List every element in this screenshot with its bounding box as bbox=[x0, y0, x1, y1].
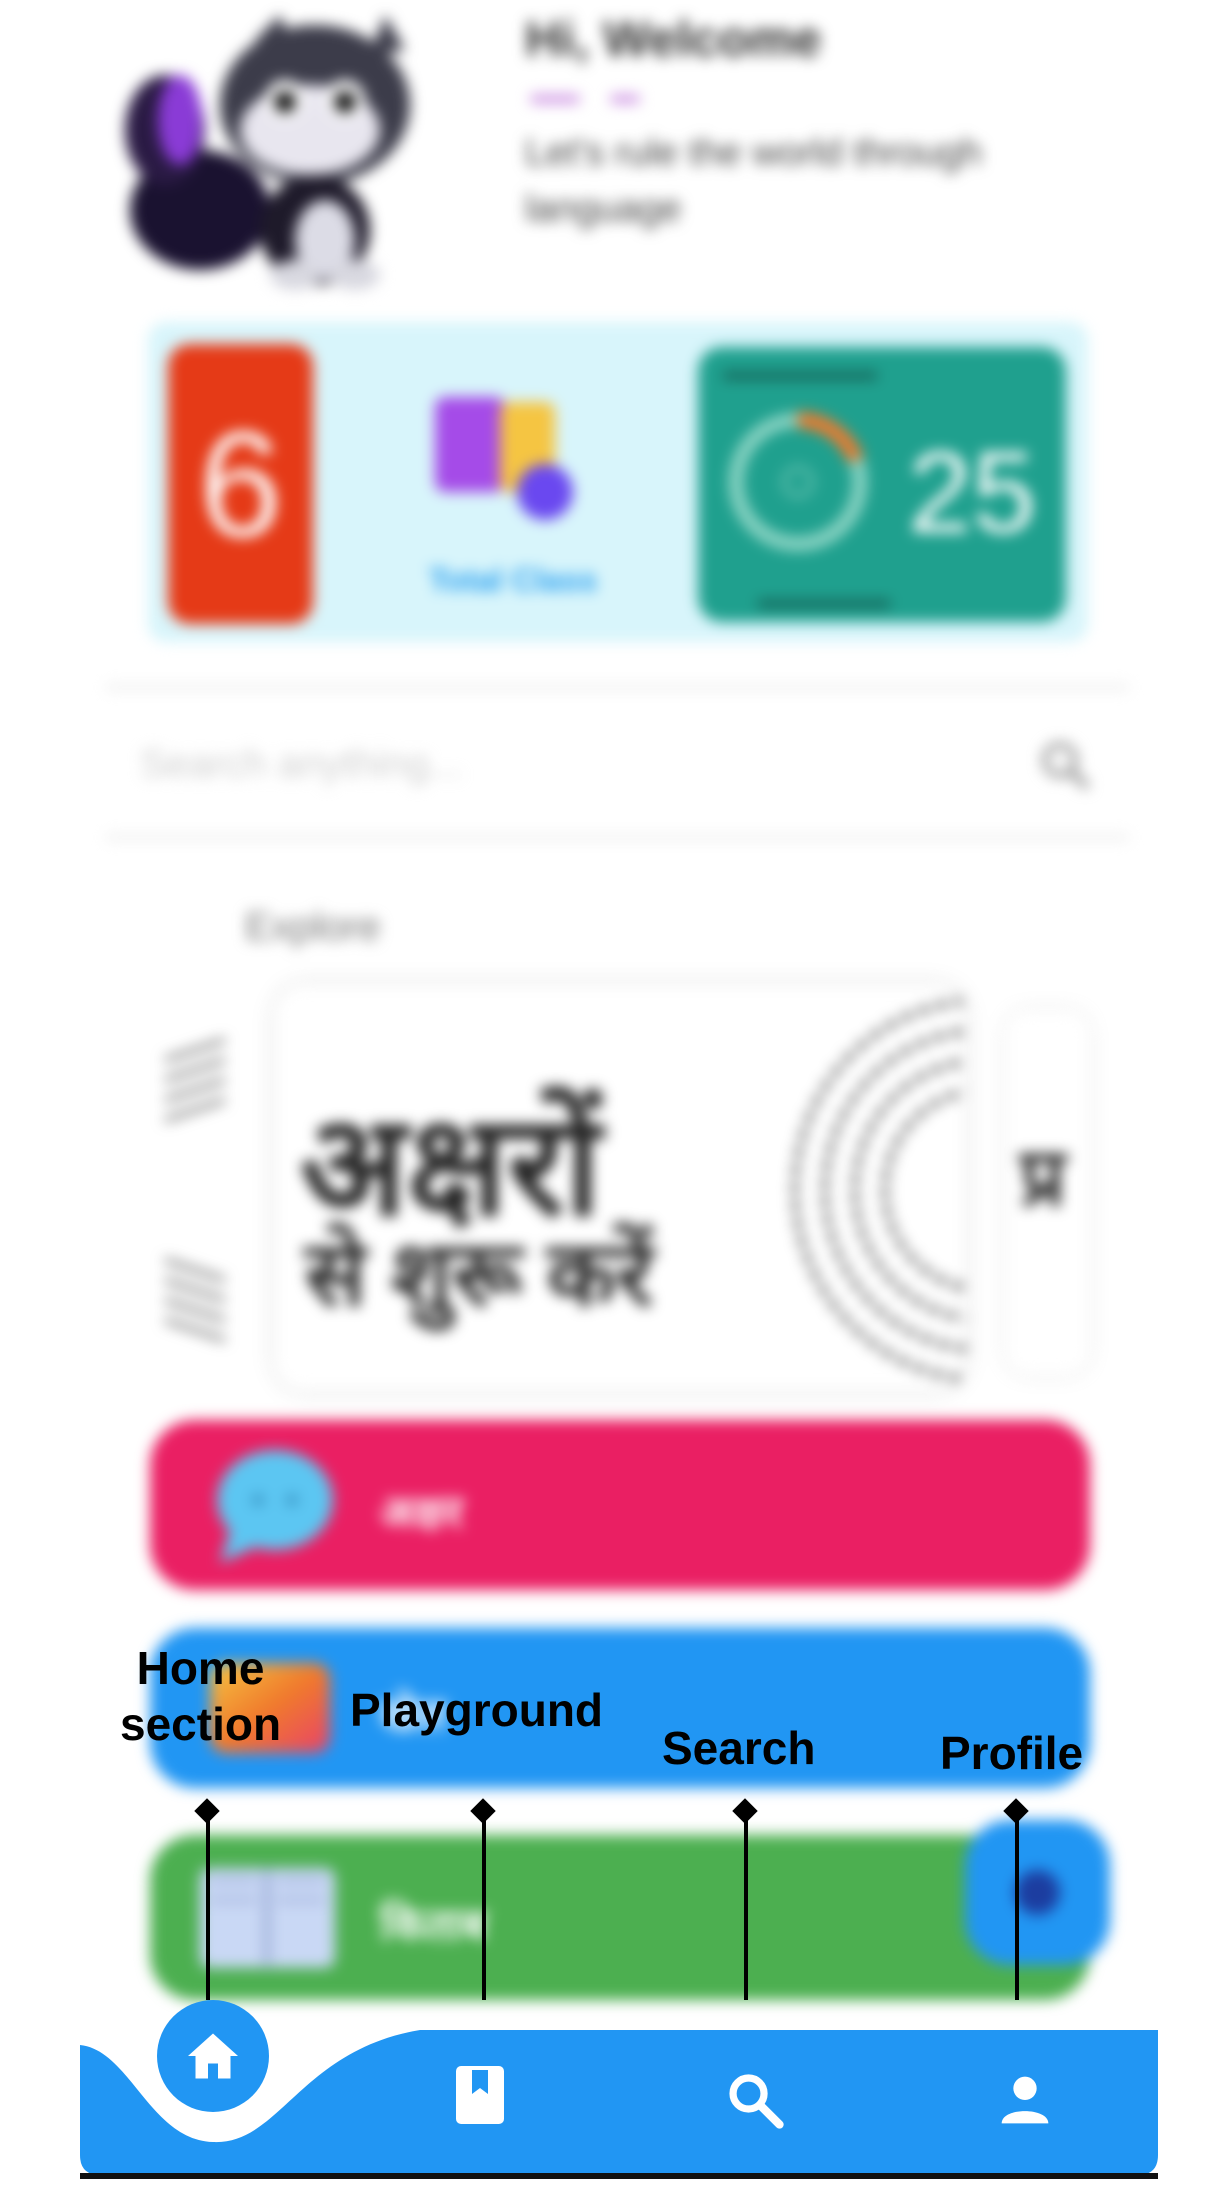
annotation-home-line2: section bbox=[120, 1698, 282, 1750]
nav-home-button[interactable] bbox=[157, 2000, 269, 2112]
mascot-cat-illustration bbox=[125, 15, 410, 290]
annotation-playground-label: Playground bbox=[350, 1684, 604, 1736]
progress-card-caption-top: ▬▬▬▬▬▬▬ bbox=[723, 359, 877, 384]
featured-card-subtitle: से शुरू करें bbox=[305, 1225, 653, 1325]
book-bookmark-icon bbox=[456, 2066, 504, 2124]
welcome-subtitle: Let's rule the world through language bbox=[525, 132, 983, 230]
welcome-title: Hi, Welcome bbox=[525, 11, 822, 67]
search-bar[interactable]: Search anything... bbox=[105, 690, 1130, 840]
annotation-profile-line bbox=[1015, 1810, 1019, 2000]
search-input[interactable]: Search anything... bbox=[140, 742, 462, 787]
progress-card-caption-bottom: ▬▬▬▬▬▬ bbox=[758, 587, 890, 612]
search-icon[interactable] bbox=[1035, 735, 1095, 795]
explore-heading: Explore bbox=[245, 905, 381, 949]
nav-playground-button[interactable] bbox=[440, 2050, 520, 2140]
annotation-search-label: Search bbox=[662, 1722, 816, 1774]
annotation-search-line bbox=[744, 1810, 748, 2000]
book-icon bbox=[200, 1868, 335, 1968]
letter-wheel-graphic bbox=[792, 998, 965, 1382]
chat-bubble-icon bbox=[217, 1450, 333, 1563]
streak-value: 6 bbox=[198, 399, 283, 568]
annotation-home-label: Home section bbox=[120, 1640, 281, 1752]
search-icon bbox=[729, 2074, 784, 2129]
chat-fab-button[interactable] bbox=[965, 1820, 1110, 1965]
app-screen: Hi, Welcome Let's rule the world through… bbox=[0, 0, 1226, 2194]
stats-panel: 6 Total Class ▬▬▬▬▬▬▬ 25 ▬▬▬▬▬▬ bbox=[148, 322, 1088, 642]
home-icon bbox=[188, 2033, 238, 2079]
total-class-icon bbox=[435, 397, 573, 520]
streak-card[interactable]: 6 bbox=[168, 344, 313, 624]
progress-card[interactable]: ▬▬▬▬▬▬▬ 25 ▬▬▬▬▬▬ bbox=[698, 347, 1066, 622]
next-card-fragment: प्र bbox=[1020, 1133, 1066, 1222]
total-class-label: Total Class bbox=[428, 562, 598, 598]
carousel-card-featured[interactable]: अक्षरों से शुरू करें bbox=[275, 985, 965, 1390]
nav-search-button[interactable] bbox=[710, 2055, 800, 2145]
chat-fab-icon bbox=[1015, 1870, 1060, 1915]
welcome-decor-dots bbox=[530, 95, 670, 105]
person-icon bbox=[1001, 2076, 1049, 2124]
annotation-home-line bbox=[206, 1810, 210, 2000]
progress-value: 25 bbox=[908, 429, 1036, 557]
carousel-card-previous[interactable] bbox=[155, 1000, 235, 1380]
progress-ring-icon bbox=[729, 412, 867, 551]
nav-profile-button[interactable] bbox=[980, 2055, 1070, 2145]
menu-row-alphabet[interactable]: अक्षर bbox=[150, 1420, 1090, 1590]
menu-row-book-label: किताब bbox=[380, 1901, 487, 1950]
annotation-profile-label: Profile bbox=[940, 1727, 1084, 1779]
annotation-home-line1: Home bbox=[136, 1642, 265, 1694]
carousel-card-next[interactable]: प्र bbox=[1005, 1010, 1090, 1375]
divider-bottom bbox=[105, 835, 1130, 840]
annotation-playground-line bbox=[482, 1810, 486, 2000]
menu-row-alphabet-label: अक्षर bbox=[380, 1488, 464, 1537]
menu-row-book[interactable]: किताब bbox=[150, 1835, 1090, 2000]
